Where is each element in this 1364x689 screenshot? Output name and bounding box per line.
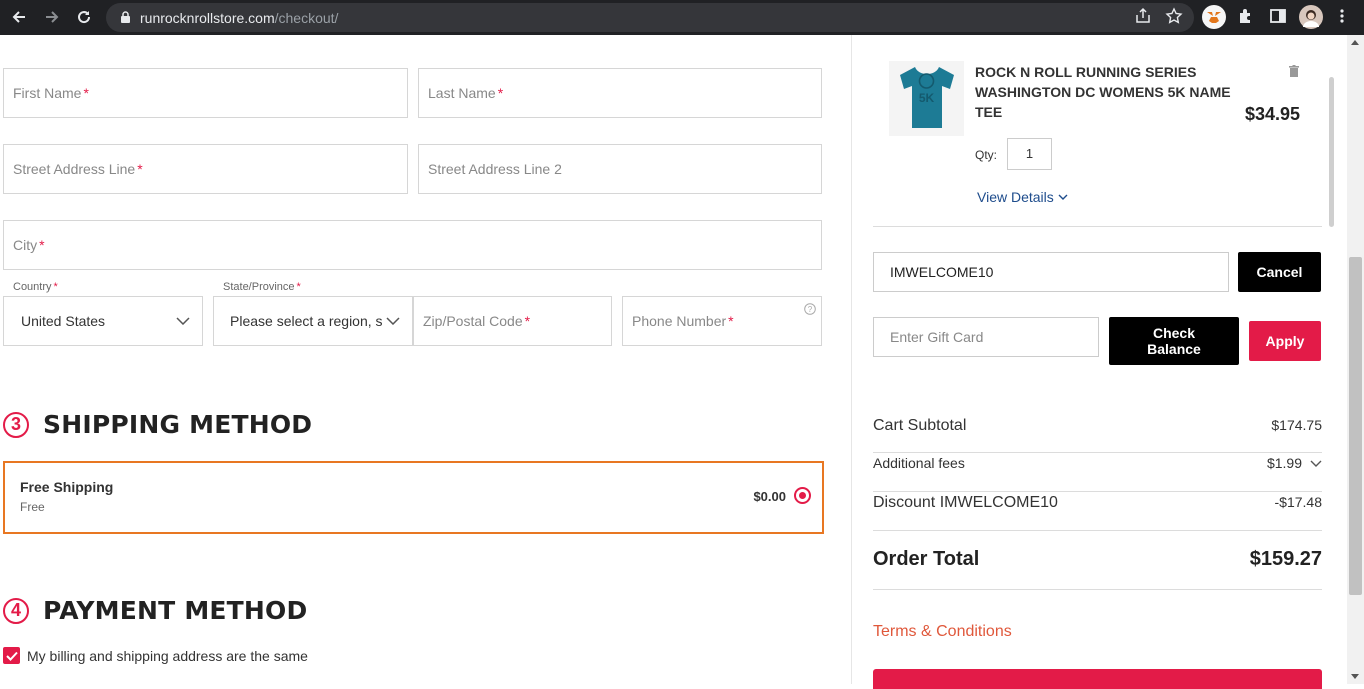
order-total-label: Order Total	[873, 548, 980, 570]
more-menu-icon[interactable]	[1336, 7, 1348, 30]
state-label: State/Province *	[223, 281, 301, 293]
apply-gift-card-button[interactable]: Apply	[1249, 321, 1321, 361]
same-address-checkbox-row[interactable]: My billing and shipping address are the …	[3, 647, 308, 664]
product-name[interactable]: ROCK N ROLL RUNNING SERIES WASHINGTON DC…	[975, 62, 1237, 122]
trash-icon[interactable]	[1288, 65, 1300, 83]
phone-placeholder: Phone Number *	[632, 313, 734, 329]
help-icon[interactable]: ?	[804, 302, 816, 320]
divider	[873, 530, 1322, 531]
street1-placeholder: Street Address Line *	[13, 161, 143, 177]
zip-field[interactable]: Zip/Postal Code *	[413, 296, 612, 346]
street-address-line-1-field[interactable]: Street Address Line *	[3, 144, 408, 194]
svg-text:?: ?	[808, 305, 813, 314]
divider	[873, 452, 1322, 453]
gift-card-placeholder: Enter Gift Card	[890, 329, 984, 345]
payment-method-heading: 4 PAYMENT METHOD	[3, 596, 307, 625]
metamask-extension-icon[interactable]	[1202, 5, 1226, 34]
page-scrollbar[interactable]	[1347, 35, 1364, 684]
chevron-down-icon	[176, 312, 190, 330]
payment-method-title: PAYMENT METHOD	[43, 596, 308, 625]
cancel-promo-button[interactable]: Cancel	[1238, 252, 1321, 292]
chevron-down-icon	[1310, 460, 1322, 467]
fees-value: $1.99	[1266, 455, 1302, 471]
bookmark-star-icon[interactable]	[1165, 7, 1183, 30]
state-select[interactable]: Please select a region, s	[213, 296, 413, 346]
order-summary-sidebar: 5K ROCK N ROLL RUNNING SERIES WASHINGTON…	[851, 35, 1341, 689]
shipping-option-name: Free Shipping	[20, 479, 114, 495]
street-address-line-2-field[interactable]: Street Address Line 2	[418, 144, 822, 194]
gift-card-input[interactable]: Enter Gift Card	[873, 317, 1099, 357]
page-scrollbar-thumb[interactable]	[1349, 257, 1362, 595]
shipping-option-subtitle: Free	[20, 500, 45, 514]
country-select[interactable]: United States	[3, 296, 203, 346]
view-details-link[interactable]: View Details	[977, 189, 1068, 205]
lock-icon	[120, 11, 131, 29]
address-bar[interactable]: runrocknrollstore.com/checkout/	[106, 3, 1194, 32]
qty-input[interactable]: 1	[1007, 138, 1052, 170]
chevron-down-icon	[1058, 194, 1068, 200]
fees-label: Additional fees	[873, 455, 965, 471]
back-icon[interactable]	[8, 6, 30, 28]
shipping-option-free[interactable]: Free Shipping Free $0.00	[3, 461, 824, 534]
scroll-up-icon[interactable]	[1351, 40, 1359, 45]
order-total-value: $159.27	[1249, 548, 1322, 570]
cart-subtotal-row: Cart Subtotal $174.75	[873, 417, 1322, 435]
qty-label: Qty:	[975, 148, 998, 162]
side-panel-icon[interactable]	[1269, 7, 1287, 30]
discount-label: Discount IMWELCOME10	[873, 494, 1058, 511]
shipping-method-heading: 3 SHIPPING METHOD	[3, 410, 312, 439]
check-balance-button[interactable]: Check Balance	[1109, 317, 1239, 365]
phone-field[interactable]: Phone Number * ?	[622, 296, 822, 346]
subtotal-value: $174.75	[1271, 417, 1322, 433]
terms-and-conditions-link[interactable]: Terms & Conditions	[873, 623, 1012, 641]
divider	[873, 491, 1322, 492]
forward-icon[interactable]	[41, 6, 63, 28]
step-number-badge: 4	[3, 597, 29, 624]
thumb-label: 5K	[919, 91, 935, 105]
city-field[interactable]: City *	[3, 220, 822, 270]
subtotal-label: Cart Subtotal	[873, 417, 967, 434]
shipping-method-title: SHIPPING METHOD	[43, 410, 313, 439]
chevron-down-icon	[386, 312, 400, 330]
order-total-row: Order Total $159.27	[873, 548, 1322, 571]
shipping-option-price: $0.00	[753, 489, 786, 504]
country-label: Country *	[13, 281, 58, 293]
divider	[873, 589, 1322, 590]
profile-avatar[interactable]	[1299, 5, 1323, 34]
checkout-page: First Name * Last Name * Street Address Li…	[0, 35, 1364, 689]
state-value: Please select a region, s	[230, 313, 382, 329]
additional-fees-row[interactable]: Additional fees $1.99	[873, 455, 1322, 471]
discount-value: -$17.48	[1274, 494, 1322, 510]
divider	[873, 226, 1322, 227]
discount-row: Discount IMWELCOME10 -$17.48	[873, 494, 1322, 512]
browser-toolbar: runrocknrollstore.com/checkout/	[0, 0, 1364, 35]
city-placeholder: City *	[13, 237, 45, 253]
promo-code-input[interactable]: IMWELCOME10	[873, 252, 1229, 292]
step-number-badge: 3	[3, 411, 29, 438]
view-details-label: View Details	[977, 189, 1054, 205]
first-name-field[interactable]: First Name *	[3, 68, 408, 118]
checkmark-icon	[5, 651, 18, 661]
last-name-field[interactable]: Last Name *	[418, 68, 822, 118]
zip-placeholder: Zip/Postal Code *	[423, 313, 531, 329]
url-text: runrocknrollstore.com/checkout/	[140, 10, 339, 26]
first-name-placeholder: First Name *	[13, 85, 89, 101]
same-address-checkbox[interactable]	[3, 647, 20, 664]
share-icon[interactable]	[1134, 7, 1152, 30]
shipping-radio-selected[interactable]	[794, 487, 811, 504]
reload-icon[interactable]	[73, 6, 95, 28]
country-value: United States	[21, 313, 106, 329]
promo-code-value: IMWELCOME10	[890, 264, 994, 280]
street2-placeholder: Street Address Line 2	[428, 161, 562, 177]
extensions-puzzle-icon[interactable]	[1237, 7, 1255, 30]
last-name-placeholder: Last Name *	[428, 85, 504, 101]
sidebar-scrollbar-thumb[interactable]	[1329, 77, 1334, 227]
place-order-button[interactable]	[873, 669, 1322, 689]
fees-value-wrap: $1.99	[1267, 455, 1322, 471]
product-thumbnail[interactable]: 5K	[889, 61, 964, 136]
same-address-label: My billing and shipping address are the …	[27, 647, 308, 664]
product-price: $34.95	[1245, 104, 1301, 124]
scroll-down-icon[interactable]	[1351, 674, 1359, 679]
